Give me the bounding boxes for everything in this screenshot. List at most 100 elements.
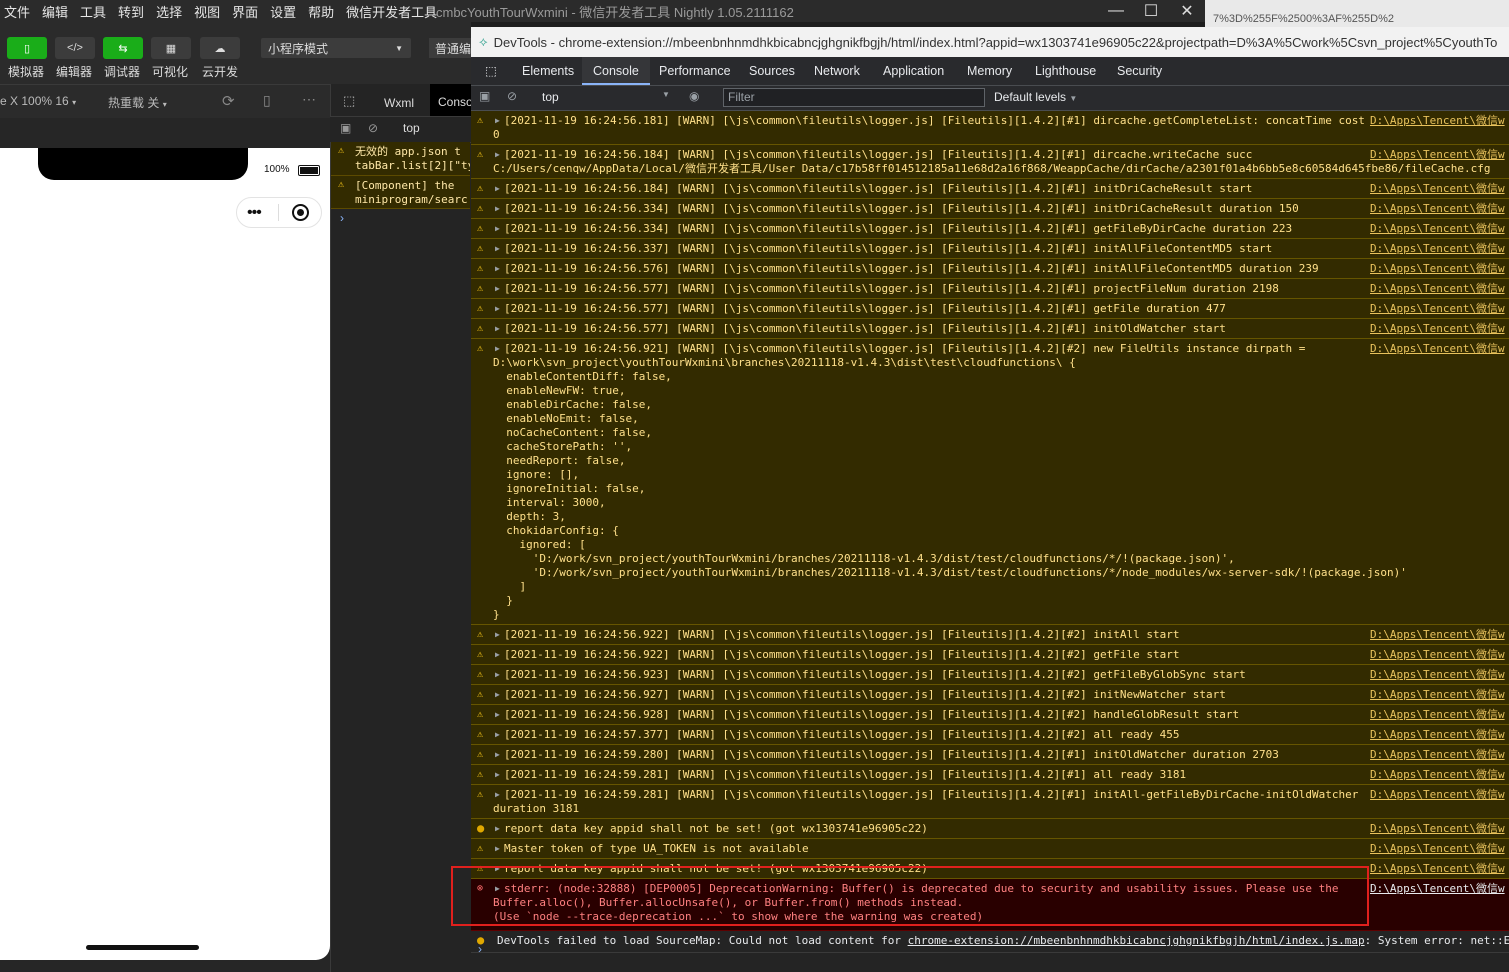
- expand-arrow-icon[interactable]: ▶: [495, 668, 500, 682]
- clear-console-icon[interactable]: ⊘: [507, 89, 517, 103]
- console-warning-row[interactable]: ● DevTools failed to load SourceMap: Coul…: [471, 931, 1509, 953]
- menu-item[interactable]: 视图: [188, 2, 226, 21]
- live-expression-eye-icon[interactable]: ◉: [689, 89, 699, 103]
- source-link[interactable]: D:\Apps\Tencent\微信w: [1370, 628, 1505, 642]
- sidebar-toggle-icon[interactable]: ▣: [340, 121, 351, 135]
- console-warning-row[interactable]: ⚠ ▶ [2021-11-19 16:24:59.280] [WARN] [\js\…: [471, 745, 1509, 765]
- console-warning-row[interactable]: ⚠ ▶ [2021-11-19 16:24:56.576] [WARN] [\js\…: [471, 259, 1509, 279]
- source-link[interactable]: D:\Apps\Tencent\微信w: [1370, 842, 1505, 856]
- expand-arrow-icon[interactable]: ▶: [495, 182, 500, 196]
- source-link[interactable]: D:\Apps\Tencent\微信w: [1370, 882, 1505, 896]
- menu-item[interactable]: 转到: [112, 2, 150, 21]
- tab-application[interactable]: Application: [872, 57, 955, 85]
- inspect-element-icon[interactable]: ⬚: [476, 57, 506, 85]
- cloud-dev-button[interactable]: ☁: [200, 37, 240, 59]
- source-link[interactable]: D:\Apps\Tencent\微信w: [1370, 148, 1505, 162]
- menu-item[interactable]: 文件: [0, 2, 36, 21]
- console-warning-row[interactable]: ⚠ ▶ [2021-11-19 16:24:56.921] [WARN] [\js\…: [471, 339, 1509, 625]
- close-miniprogram-icon[interactable]: [292, 204, 309, 221]
- expand-arrow-icon[interactable]: ▶: [495, 242, 500, 256]
- source-link[interactable]: D:\Apps\Tencent\微信w: [1370, 788, 1505, 802]
- menu-item[interactable]: 工具: [74, 2, 112, 21]
- tab-security[interactable]: Security: [1106, 57, 1173, 85]
- source-link[interactable]: D:\Apps\Tencent\微信w: [1370, 862, 1505, 876]
- compile-select[interactable]: 普通编译: [429, 38, 473, 58]
- log-levels-select[interactable]: Default levels ▼: [994, 90, 1077, 104]
- tab-lighthouse[interactable]: Lighthouse: [1024, 57, 1107, 85]
- console-warning-row[interactable]: ⚠ ▶ [2021-11-19 16:24:56.334] [WARN] [\js\…: [471, 219, 1509, 239]
- console-warning-row[interactable]: ⚠ ▶ [2021-11-19 16:24:59.281] [WARN] [\js\…: [471, 765, 1509, 785]
- console-warning-row[interactable]: ⚠ ▶ [2021-11-19 16:24:56.184] [WARN] [\js\…: [471, 145, 1509, 179]
- console-warning-row[interactable]: ⚠ ▶ [2021-11-19 16:24:56.184] [WARN] [\js\…: [471, 179, 1509, 199]
- expand-arrow-icon[interactable]: ▶: [495, 322, 500, 336]
- console-warning-row[interactable]: ⚠ ▶ [2021-11-19 16:24:56.922] [WARN] [\js\…: [471, 625, 1509, 645]
- device-select[interactable]: e X 100% 16 ▾: [0, 94, 76, 108]
- editor-toggle-button[interactable]: </>: [55, 37, 95, 59]
- console-warning-row[interactable]: ⚠ ▶ [2021-11-19 16:24:56.577] [WARN] [\js\…: [471, 319, 1509, 339]
- menu-item[interactable]: 设置: [264, 2, 302, 21]
- sourcemap-link[interactable]: chrome-extension://mbeenbnhnmdhkbicabncj…: [908, 934, 1365, 947]
- expand-arrow-icon[interactable]: ▶: [495, 302, 500, 316]
- embedded-console-prompt[interactable]: ›: [340, 211, 344, 225]
- source-link[interactable]: D:\Apps\Tencent\微信w: [1370, 708, 1505, 722]
- expand-arrow-icon[interactable]: ▶: [495, 114, 500, 128]
- source-link[interactable]: D:\Apps\Tencent\微信w: [1370, 822, 1505, 836]
- menu-item[interactable]: 选择: [150, 2, 188, 21]
- expand-arrow-icon[interactable]: ▶: [495, 262, 500, 276]
- tab-wxml[interactable]: Wxml: [384, 96, 414, 110]
- tab-network[interactable]: Network: [803, 57, 871, 85]
- console-warning-row[interactable]: ⚠ ▶ [2021-11-19 16:24:56.922] [WARN] [\js\…: [471, 645, 1509, 665]
- console-warning-row[interactable]: ⚠ ▶ [2021-11-19 16:24:56.577] [WARN] [\js\…: [471, 299, 1509, 319]
- console-sidebar-icon[interactable]: ▣: [479, 89, 490, 103]
- source-link[interactable]: D:\Apps\Tencent\微信w: [1370, 648, 1505, 662]
- console-warning-row[interactable]: ⚠ ▶ [2021-11-19 16:24:57.377] [WARN] [\js\…: [471, 725, 1509, 745]
- mode-select[interactable]: 小程序模式 ▼: [261, 38, 411, 58]
- source-link[interactable]: D:\Apps\Tencent\微信w: [1370, 768, 1505, 782]
- embedded-warning-row[interactable]: ⚠ 无效的 app.json t tabBar.list[2]["ty: [331, 142, 470, 176]
- expand-arrow-icon[interactable]: ▶: [495, 788, 500, 802]
- menu-item[interactable]: 界面: [226, 2, 264, 21]
- expand-arrow-icon[interactable]: ▶: [495, 822, 500, 836]
- source-link[interactable]: D:\Apps\Tencent\微信w: [1370, 242, 1505, 256]
- expand-arrow-icon[interactable]: ▶: [495, 728, 500, 742]
- source-link[interactable]: D:\Apps\Tencent\微信w: [1370, 302, 1505, 316]
- console-warning-row[interactable]: ⚠ ▶ [2021-11-19 16:24:56.923] [WARN] [\js\…: [471, 665, 1509, 685]
- expand-arrow-icon[interactable]: ▶: [495, 688, 500, 702]
- console-warning-row[interactable]: ● ▶ report data key appid shall not be set…: [471, 819, 1509, 839]
- simulator-toggle-button[interactable]: ▯: [7, 37, 47, 59]
- refresh-icon[interactable]: ⟳: [222, 92, 235, 110]
- source-link[interactable]: D:\Apps\Tencent\微信w: [1370, 114, 1505, 128]
- expand-arrow-icon[interactable]: ▶: [495, 768, 500, 782]
- expand-arrow-icon[interactable]: ▶: [495, 842, 500, 856]
- source-link[interactable]: D:\Apps\Tencent\微信w: [1370, 342, 1505, 356]
- debugger-toggle-button[interactable]: ⇆: [103, 37, 143, 59]
- tab-elements[interactable]: Elements: [511, 57, 585, 85]
- context-select[interactable]: top ▼: [542, 90, 672, 107]
- console-warning-row[interactable]: ⚠ ▶ Master token of type UA_TOKEN is not a…: [471, 839, 1509, 859]
- expand-arrow-icon[interactable]: ▶: [495, 222, 500, 236]
- console-warning-row[interactable]: ⚠ ▶ [2021-11-19 16:24:56.181] [WARN] [\js\…: [471, 111, 1509, 145]
- context-select[interactable]: top: [403, 121, 420, 135]
- more-icon[interactable]: ⋯: [302, 91, 316, 108]
- source-link[interactable]: D:\Apps\Tencent\微信w: [1370, 668, 1505, 682]
- expand-arrow-icon[interactable]: ▶: [495, 342, 500, 356]
- menu-item[interactable]: 编辑: [36, 2, 74, 21]
- menu-item[interactable]: 微信开发者工具: [340, 2, 443, 21]
- tab-console[interactable]: Console: [582, 57, 650, 85]
- source-link[interactable]: D:\Apps\Tencent\微信w: [1370, 262, 1505, 276]
- console-warning-row[interactable]: ⚠ ▶ [2021-11-19 16:24:56.337] [WARN] [\js\…: [471, 239, 1509, 259]
- close-button[interactable]: ✕: [1169, 0, 1205, 22]
- console-warning-row[interactable]: ⚠ ▶ [2021-11-19 16:24:56.577] [WARN] [\js\…: [471, 279, 1509, 299]
- expand-arrow-icon[interactable]: ▶: [495, 648, 500, 662]
- hot-reload-select[interactable]: 热重载 关 ▾: [108, 94, 167, 111]
- console-prompt[interactable]: ›: [478, 942, 482, 956]
- tab-performance[interactable]: Performance: [648, 57, 742, 85]
- source-link[interactable]: D:\Apps\Tencent\微信w: [1370, 322, 1505, 336]
- embedded-warning-row[interactable]: ⚠ [Component] the miniprogram/searc: [331, 176, 470, 209]
- expand-arrow-icon[interactable]: ▶: [495, 748, 500, 762]
- console-warning-row[interactable]: ⚠ ▶ [2021-11-19 16:24:56.928] [WARN] [\js\…: [471, 705, 1509, 725]
- more-dots-icon[interactable]: •••: [247, 204, 262, 222]
- minimize-button[interactable]: —: [1098, 0, 1134, 22]
- console-warning-row[interactable]: ⚠ ▶ [2021-11-19 16:24:56.927] [WARN] [\js\…: [471, 685, 1509, 705]
- maximize-button[interactable]: ☐: [1133, 0, 1169, 22]
